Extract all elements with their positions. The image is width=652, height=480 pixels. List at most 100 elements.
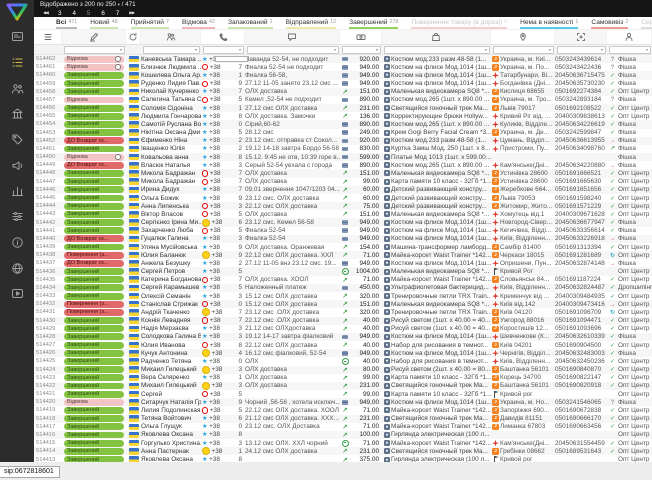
column-product[interactable] xyxy=(382,30,491,44)
table-row[interactable]: 514448 Завершений Микола Бадражан +38 7 … xyxy=(34,169,652,177)
dashboard-icon[interactable] xyxy=(0,24,34,50)
table-row[interactable]: 514413 Завершений Яковлева Оксана +38 8 … xyxy=(34,455,652,462)
status-tab[interactable]: Відправлений 12 xyxy=(286,17,337,29)
table-row[interactable]: 514443 Завершений Віктор Власов +38 5 ОЛ… xyxy=(34,210,652,218)
table-row[interactable]: 514415 Завершений Горгулько Христина... … xyxy=(34,439,652,447)
settings-sliders-icon[interactable] xyxy=(0,204,34,230)
table-row[interactable]: 514421 Завершений Сергей +38 5 99.00 xyxy=(34,390,652,398)
table-row[interactable]: 514440 ДО Возврат ск... Гуцалюк Галина +… xyxy=(34,235,652,243)
column-customer[interactable] xyxy=(141,30,201,44)
table-row[interactable]: 514459 Завершений Руденко Лидия Пав... +… xyxy=(34,80,652,88)
table-row[interactable]: 514446 Завершений Ирина Дидух +38 7 09.0… xyxy=(34,186,652,194)
column-comment[interactable] xyxy=(245,30,340,44)
table-row[interactable]: 514435 Завершений Катерина Богданова +38… xyxy=(34,276,652,284)
column-status[interactable] xyxy=(62,30,126,44)
products-tag-icon[interactable] xyxy=(0,127,34,153)
status-tab[interactable]: Нема в наявності 1 xyxy=(520,17,578,29)
table-row[interactable]: 514437 ДО Возврат ск... Анжела Безушку +… xyxy=(34,259,652,267)
table-row[interactable]: 514417 Завершений Ольга Глущук +38 0 23.… xyxy=(34,423,652,431)
table-row[interactable]: 514422 Завершений Михаил Гилецький +38 3… xyxy=(34,382,652,390)
source-filter-select[interactable]: ▾ xyxy=(609,46,651,54)
column-source[interactable] xyxy=(607,30,652,44)
table-row[interactable]: 514426 Завершений Кучук Антонина +38 4 1… xyxy=(34,349,652,357)
status-tab[interactable]: Відмова 42 xyxy=(182,17,215,29)
table-row[interactable]: 514419 Завершений Лилия Подолинская +38 … xyxy=(34,406,652,414)
table-row[interactable]: 514442 Завершений Сергієнко Ірина Ми... … xyxy=(34,218,652,226)
table-row[interactable]: 514438 Повернення (з... Юлия Баланюк +38… xyxy=(34,251,652,259)
table-row[interactable]: 514447 Завершений Микола Бадражан +38 7 … xyxy=(34,178,652,186)
company-icon[interactable] xyxy=(0,101,34,127)
table-row[interactable]: 514428 Завершений Солодкова Галина В... … xyxy=(34,333,652,341)
page-number[interactable]: 5 xyxy=(87,10,90,17)
orders-list-icon[interactable] xyxy=(0,50,34,76)
column-phone[interactable] xyxy=(201,30,245,44)
table-row[interactable]: 514451 Завершений Іващенко Юлія +38 2 19… xyxy=(34,145,652,153)
status-tab[interactable]: Сервіси 0 xyxy=(641,17,652,29)
status-tab[interactable]: Завершений 278 xyxy=(349,17,398,29)
globe-icon[interactable] xyxy=(0,255,34,281)
page-number[interactable]: 3 xyxy=(58,10,61,17)
column-location[interactable] xyxy=(491,30,555,44)
column-id[interactable] xyxy=(34,30,62,44)
status-tab[interactable]: Повернення товару (в дорозі) 0 xyxy=(411,17,507,29)
info-icon[interactable] xyxy=(0,230,34,256)
table-row[interactable]: 514436 Завершений Сергей Петров +38 5 10… xyxy=(34,267,652,275)
comment-filter-select[interactable]: ▾ xyxy=(247,46,339,54)
table-row[interactable]: 514445 Завершений Ольга Божик +38 9 23.1… xyxy=(34,194,652,202)
page-number[interactable]: 6 xyxy=(101,10,104,17)
page-number[interactable]: 7 xyxy=(116,10,119,17)
table-row[interactable]: 514433 Завершений Олексій Семанін +38 3 … xyxy=(34,292,652,300)
total-filter-select[interactable]: ▾ xyxy=(342,46,381,54)
table-row[interactable]: 514454 Завершений Самотій Руслана Во... … xyxy=(34,120,652,128)
table-row[interactable]: 514429 Завершений Надія Мерзаєва +38 3 2… xyxy=(34,325,652,333)
status-filter-select[interactable]: ▾ xyxy=(64,46,125,54)
table-row[interactable]: 514444 Завершений Анна Липенська +38 3 2… xyxy=(34,202,652,210)
location-filter-select[interactable]: ▾ xyxy=(493,46,554,54)
table-row[interactable]: 514458 Завершений Николай Кучеренко +38 … xyxy=(34,88,652,96)
table-row[interactable]: 514456 Завершений Соломія Сідоніна +38 1… xyxy=(34,104,652,112)
table-row[interactable]: 514418 Завершений Тетяна Войтович +38 6 … xyxy=(34,415,652,423)
table-row[interactable]: 514420 Відмова Ситарчук Наталія Гр... +3… xyxy=(34,398,652,406)
table-row[interactable]: 514452 ДО Возврат ск... Єфименко Ніна +3… xyxy=(34,137,652,145)
table-row[interactable]: 514423 Завершений Вера Скляренко +38 1 О… xyxy=(34,374,652,382)
column-tracking[interactable] xyxy=(555,30,607,44)
first-page-icon[interactable]: ◀◀ xyxy=(43,10,48,16)
status-tab[interactable]: Новий 48 xyxy=(90,17,117,29)
inline-edit-input[interactable] xyxy=(215,56,248,63)
table-row[interactable]: 514416 Завершений Яковлева Оксана +38 8 … xyxy=(34,431,652,439)
table-row[interactable]: 514441 Завершений Захарченко Люба +38 5 … xyxy=(34,227,652,235)
phone-filter-select[interactable]: ▾ xyxy=(203,46,244,54)
status-tab[interactable]: Запакований 1 xyxy=(228,17,273,29)
marketing-megaphone-icon[interactable] xyxy=(0,152,34,178)
page-number[interactable]: 4 xyxy=(72,10,75,17)
column-total[interactable] xyxy=(340,30,382,44)
table-row[interactable]: 514434 Завершений Сергей Карамышев +38 5… xyxy=(34,284,652,292)
column-flag[interactable] xyxy=(126,30,141,44)
table-row[interactable]: 514455 Завершений Людмила Гончарова +38 … xyxy=(34,112,652,120)
table-row[interactable]: 514461 Відмова Близнюк Людмила ... +38 7… xyxy=(34,63,652,71)
tracking-filter-select[interactable]: ▾ xyxy=(557,46,606,54)
status-tab[interactable]: Прийнятий 7 xyxy=(131,17,169,29)
table-row[interactable]: 514450 Відмова Ковальова анна +38 8 15.1… xyxy=(34,153,652,161)
table-row[interactable]: 514457 Відмова Салегина Татьяна С... +38… xyxy=(34,96,652,104)
clients-icon[interactable] xyxy=(0,75,34,101)
status-tab[interactable]: Всі 471 xyxy=(56,17,77,29)
table-row[interactable]: 514439 Завершений Уляна Мусійовська +38 … xyxy=(34,243,652,251)
video-icon[interactable] xyxy=(0,281,34,307)
table-row[interactable]: 514431 Повернення (з... Андрій Ткаченко … xyxy=(34,308,652,316)
table-row[interactable]: 514453 Завершений Нікітіна Оксана Дми...… xyxy=(34,129,652,137)
table-row[interactable]: 514427 Завершений Юлия Иванова +38 8 22.… xyxy=(34,341,652,349)
product-filter-select[interactable]: ▾ xyxy=(384,46,490,54)
table-row[interactable]: 514460 Завершений Кошелева Ольга Ар... +… xyxy=(34,71,652,79)
customer-filter-select[interactable]: ▾ xyxy=(143,46,200,54)
page-size-dropdown-icon[interactable]: ▾ xyxy=(118,2,120,7)
statistics-icon[interactable] xyxy=(0,178,34,204)
table-row[interactable]: 514430 Завершений Ксенія Левадняя +38 7 … xyxy=(34,317,652,325)
table-row[interactable]: 514424 Завершений Михаил Гилецький +38 3… xyxy=(34,366,652,374)
table-row[interactable]: 514414 Завершений Анна Пастернак +38 1 2… xyxy=(34,447,652,455)
last-page-icon[interactable]: ▶▶ xyxy=(129,10,134,16)
table-row[interactable]: 514449 ДО Возврат ск... Власюк Наталья +… xyxy=(34,161,652,169)
status-tab[interactable]: Самовивіз 2 xyxy=(591,17,628,29)
table-row[interactable]: 514425 Завершений Радченко Тетяна +38 0 … xyxy=(34,357,652,365)
table-row[interactable]: 514462 Відмова Каневська Тамара ... +38 … xyxy=(34,55,652,63)
